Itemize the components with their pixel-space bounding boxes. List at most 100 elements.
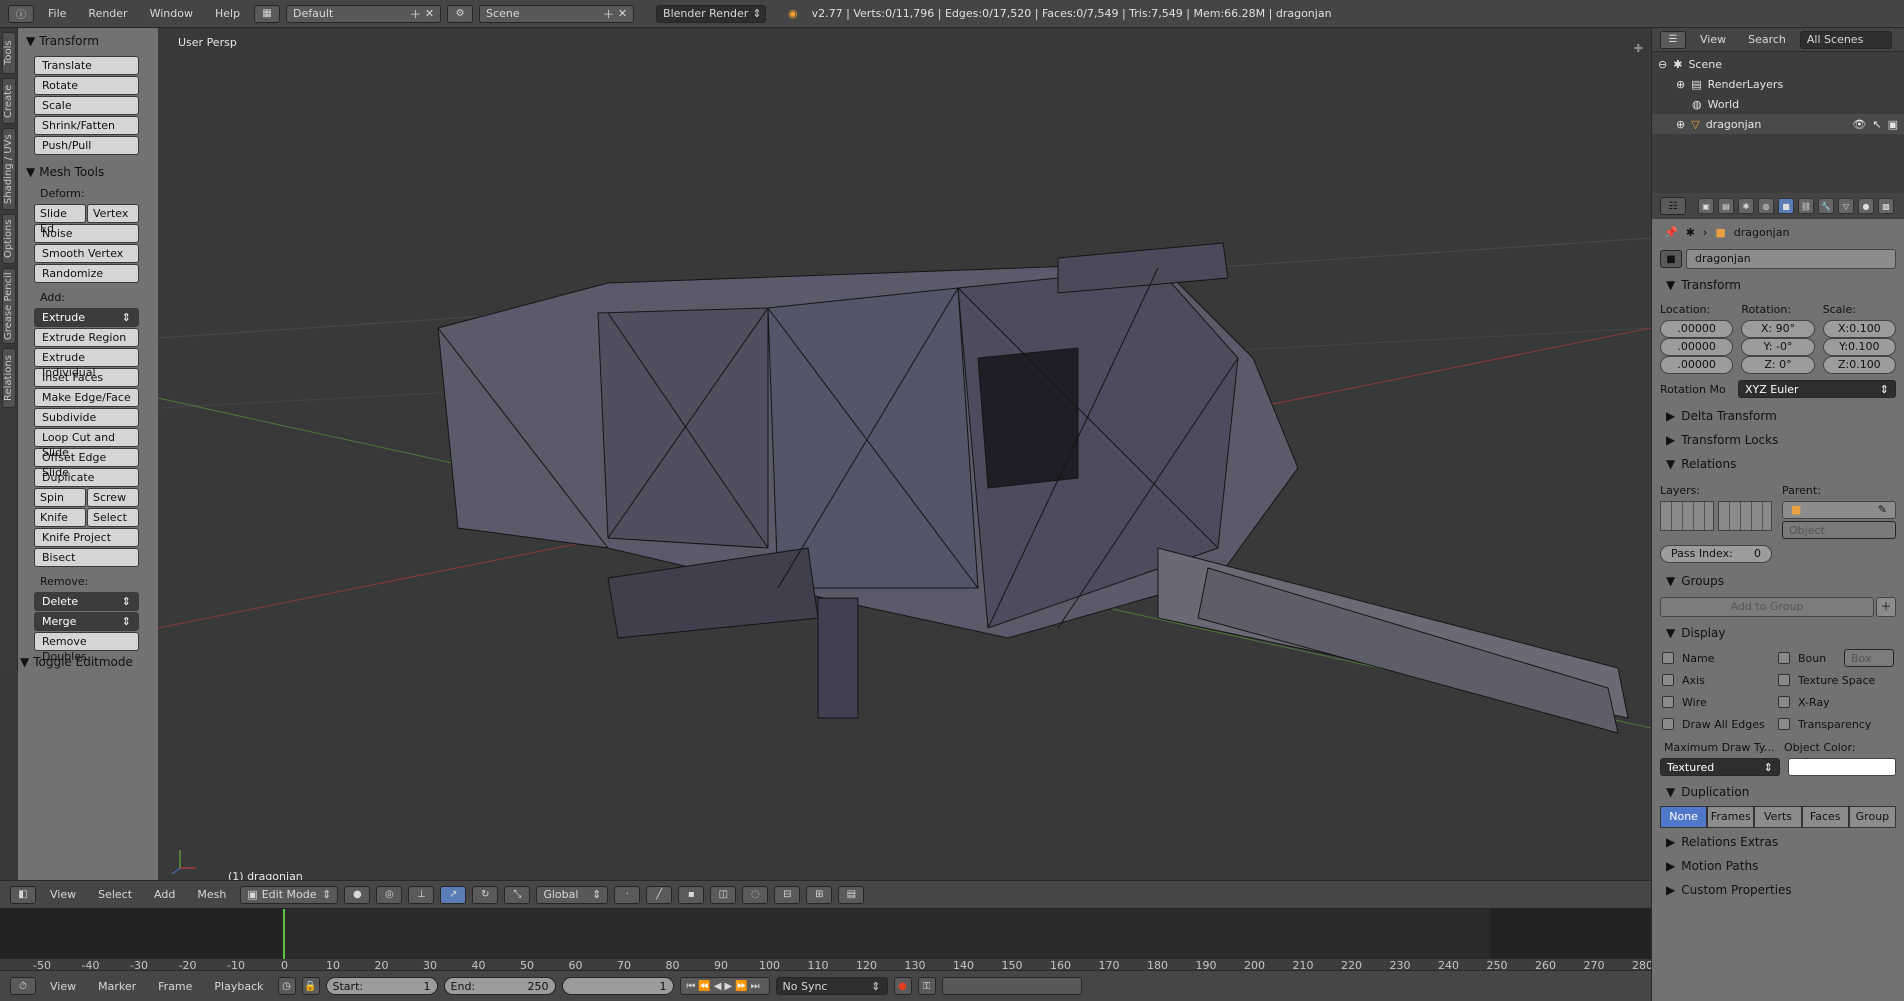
layer-buttons-right[interactable] [1718, 501, 1772, 531]
dup-verts-button[interactable]: Verts [1754, 806, 1802, 828]
scale-x-field[interactable]: X:0.100 [1822, 320, 1896, 338]
dragonjan-mesh[interactable] [437, 242, 1629, 734]
rotate-button[interactable]: Rotate [34, 76, 139, 95]
outliner-row-world[interactable]: ◍ World [1652, 94, 1904, 114]
menu-add[interactable]: Add [146, 888, 183, 901]
close-icon[interactable]: ✕ [425, 7, 434, 20]
menu-view[interactable]: View [42, 888, 84, 901]
vertex-select-icon[interactable]: · [614, 885, 641, 904]
render-layers-tab-icon[interactable]: ▤ [1718, 198, 1734, 214]
menu-select[interactable]: Select [90, 888, 140, 901]
mesh-tools-panel-header[interactable]: ▼ Mesh Tools [26, 165, 152, 179]
tab-options[interactable]: Options [2, 214, 16, 264]
screw-button[interactable]: Screw [87, 488, 139, 507]
menu-marker[interactable]: Marker [90, 980, 144, 993]
wire-checkbox-row[interactable]: Wire [1662, 691, 1778, 713]
pin-icon[interactable]: 📌 [1664, 226, 1678, 239]
screen-layout-field[interactable]: Default ＋ ✕ [286, 4, 442, 23]
edge-select-icon[interactable]: ╱ [646, 885, 673, 904]
transparency-checkbox[interactable] [1778, 718, 1790, 730]
menu-view[interactable]: View [42, 980, 84, 993]
inset-faces-button[interactable]: Inset Faces [34, 368, 139, 387]
object-color-swatch[interactable] [1788, 758, 1896, 776]
render-tab-icon[interactable]: ▣ [1698, 198, 1714, 214]
menu-playback[interactable]: Playback [206, 980, 271, 993]
outliner-editor-icon[interactable]: ☰ [1660, 30, 1686, 49]
material-tab-icon[interactable]: ● [1858, 198, 1874, 214]
relations-header[interactable]: ▼ Relations [1652, 452, 1904, 476]
parent-field[interactable]: ■ ✎ [1782, 501, 1896, 519]
motion-paths-header[interactable]: ▶ Motion Paths [1652, 854, 1904, 878]
preview-range-icon[interactable]: ◷ [277, 977, 296, 995]
delete-menu-button[interactable]: Delete ⇕ [34, 592, 139, 611]
knife-project-button[interactable]: Knife Project [34, 528, 139, 547]
transform-locks-header[interactable]: ▶ Transform Locks [1652, 428, 1904, 452]
playback-controls[interactable]: ⏮⏪◀▶⏩⏭ [679, 977, 770, 995]
add-icon[interactable]: ＋ [603, 6, 614, 22]
pass-index-field[interactable]: Pass Index: 0 [1660, 545, 1772, 563]
tab-grease-pencil[interactable]: Grease Pencil [2, 268, 16, 344]
current-frame-field[interactable]: 1 [561, 977, 674, 995]
translate-button[interactable]: Translate [34, 56, 139, 75]
face-select-icon[interactable]: ▪ [678, 885, 705, 904]
expand-icon[interactable]: ⊕ [1676, 118, 1685, 131]
scale-z-field[interactable]: Z:0.100 [1822, 356, 1896, 374]
menu-search[interactable]: Search [1740, 33, 1794, 46]
axis-checkbox[interactable] [1662, 674, 1674, 686]
transparency-checkbox-row[interactable]: Transparency [1778, 713, 1894, 735]
keyframe-icon[interactable]: ⚿ [917, 977, 936, 995]
rotate-manipulator-icon[interactable]: ↻ [472, 885, 499, 904]
location-y-field[interactable]: .00000 [1660, 338, 1734, 356]
lock-icon[interactable]: 🔒 [301, 977, 320, 995]
keying-set-field[interactable] [941, 977, 1082, 995]
pivot-point-icon[interactable]: ◎ [376, 885, 403, 904]
offset-edge-slide-button[interactable]: Offset Edge Slide [34, 448, 139, 479]
world-tab-icon[interactable]: ◍ [1758, 198, 1774, 214]
viewport-canvas[interactable] [158, 28, 1651, 880]
scale-button[interactable]: Scale [34, 96, 139, 115]
dup-frames-button[interactable]: Frames [1707, 806, 1755, 828]
info-editor-icon[interactable]: ⓘ [8, 4, 34, 23]
modifiers-tab-icon[interactable]: 🔧 [1818, 198, 1834, 214]
rotation-x-field[interactable]: X: 90° [1741, 320, 1815, 338]
subdivide-button[interactable]: Subdivide [34, 408, 139, 427]
rotation-z-field[interactable]: Z: 0° [1741, 356, 1815, 374]
parent-type-select[interactable]: Object [1782, 521, 1896, 539]
constraints-tab-icon[interactable]: ⛓ [1798, 198, 1814, 214]
layer-grid[interactable] [1660, 501, 1774, 531]
bounds-checkbox-row[interactable]: Boun Box [1778, 647, 1894, 669]
menu-window[interactable]: Window [142, 7, 201, 20]
name-checkbox-row[interactable]: Name [1662, 647, 1778, 669]
viewport-shading-icon[interactable]: ● [344, 885, 371, 904]
tab-relations[interactable]: Relations [2, 348, 16, 408]
draw-all-edges-checkbox-row[interactable]: Draw All Edges [1662, 713, 1778, 735]
camera-icon[interactable]: ▣ [1888, 118, 1898, 131]
layer-buttons-left[interactable] [1660, 501, 1714, 531]
tab-tools[interactable]: Tools [2, 32, 16, 74]
menu-view[interactable]: View [1692, 33, 1734, 46]
object-tab-icon[interactable]: ■ [1778, 198, 1794, 214]
texture-space-checkbox[interactable] [1778, 674, 1790, 686]
editor-type-icon[interactable]: ◧ [10, 885, 36, 904]
current-frame-marker[interactable] [283, 909, 285, 959]
start-frame-field[interactable]: Start: 1 [325, 977, 438, 995]
menu-frame[interactable]: Frame [150, 980, 200, 993]
scale-y-field[interactable]: Y:0.100 [1822, 338, 1896, 356]
smooth-vertex-button[interactable]: Smooth Vertex [34, 244, 139, 263]
scale-manipulator-icon[interactable]: ⤡ [504, 885, 531, 904]
loop-cut-button[interactable]: Loop Cut and Slide [34, 428, 139, 459]
snap-icon[interactable]: ⊟ [774, 885, 801, 904]
merge-menu-button[interactable]: Merge ⇕ [34, 612, 139, 631]
mode-select[interactable]: ▣ Edit Mode ⇕ [240, 885, 339, 904]
layout-grid-icon[interactable]: ▦ [254, 4, 281, 23]
slide-edge-button[interactable]: Slide Ed [34, 204, 86, 235]
relations-extras-header[interactable]: ▶ Relations Extras [1652, 830, 1904, 854]
make-edge-face-button[interactable]: Make Edge/Face [34, 388, 139, 407]
dup-faces-button[interactable]: Faces [1801, 806, 1849, 828]
knife-button[interactable]: Knife [34, 508, 86, 527]
transform-panel-header[interactable]: ▼ Transform [26, 34, 152, 48]
collapse-icon[interactable]: ⊖ [1658, 58, 1667, 71]
tab-create[interactable]: Create [2, 78, 16, 124]
bounds-checkbox[interactable] [1778, 652, 1790, 664]
manipulator-icon[interactable]: ⊥ [408, 885, 435, 904]
